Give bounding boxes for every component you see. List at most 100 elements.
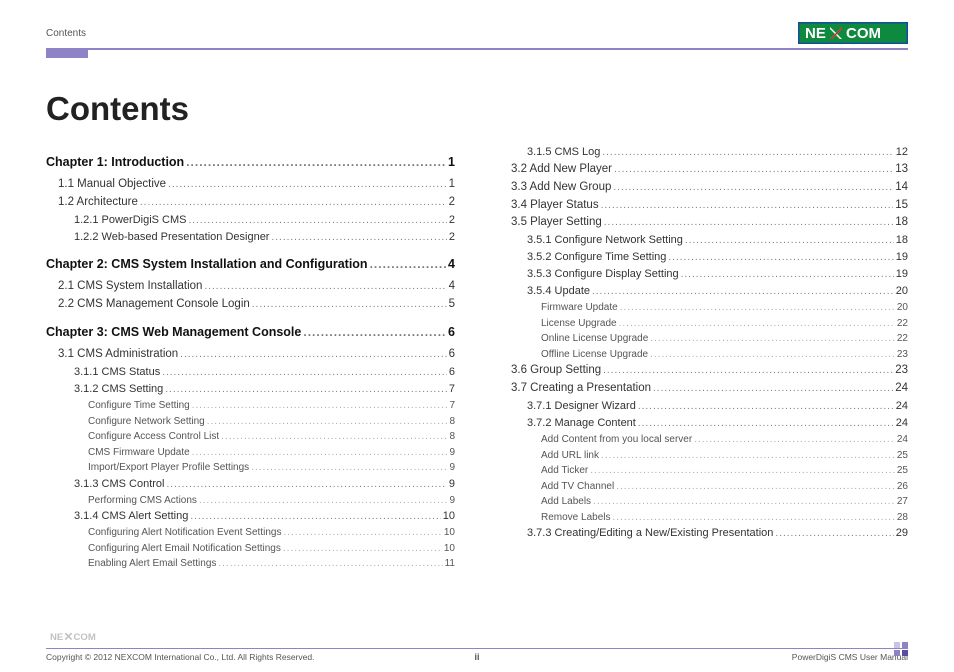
- toc-entry[interactable]: 3.4 Player Status15: [499, 197, 908, 215]
- toc-entry[interactable]: 3.2 Add New Player13: [499, 161, 908, 179]
- toc-entry-page: 23: [895, 362, 908, 380]
- toc-dot-leader: [668, 249, 893, 266]
- toc-entry[interactable]: 3.5.3 Configure Display Setting19: [499, 266, 908, 283]
- toc-entry[interactable]: 3.1.3 CMS Control9: [46, 476, 455, 493]
- toc-entry-label: 3.5.1 Configure Network Setting: [527, 232, 683, 249]
- toc-entry[interactable]: Import/Export Player Profile Settings9: [46, 460, 455, 476]
- toc-entry[interactable]: 3.7 Creating a Presentation24: [499, 380, 908, 398]
- toc-dot-leader: [166, 476, 446, 493]
- toc-entry-page: 14: [895, 179, 908, 197]
- toc-dot-leader: [207, 414, 448, 430]
- svg-text:COM: COM: [846, 25, 881, 42]
- toc-entry-page: 4: [449, 278, 455, 296]
- toc-entry-label: 1.2 Architecture: [58, 194, 138, 212]
- toc-entry[interactable]: 1.1 Manual Objective1: [46, 176, 455, 194]
- toc-entry[interactable]: Add Content from you local server24: [499, 432, 908, 448]
- toc-dot-leader: [165, 381, 447, 398]
- toc-entry[interactable]: 3.5.1 Configure Network Setting 18: [499, 232, 908, 249]
- toc-entry-label: 1.2.1 PowerDigiS CMS: [74, 212, 187, 229]
- toc-dot-leader: [616, 479, 895, 495]
- toc-entry-label: 3.1.2 CMS Setting: [74, 381, 163, 398]
- toc-entry[interactable]: Configure Time Setting7: [46, 398, 455, 414]
- toc-dot-leader: [283, 541, 442, 557]
- toc-entry-label: Offline License Upgrade: [541, 347, 648, 363]
- toc-dot-leader: [140, 194, 447, 212]
- toc-entry[interactable]: 3.7.2 Manage Content24: [499, 415, 908, 432]
- toc-entry[interactable]: 1.2.1 PowerDigiS CMS2: [46, 212, 455, 229]
- footer-logo: NE COM: [46, 630, 908, 646]
- toc-entry-label: Chapter 2: CMS System Installation and C…: [46, 255, 368, 274]
- toc-entry[interactable]: 3.1.1 CMS Status6: [46, 364, 455, 381]
- toc-entry-label: CMS Firmware Update: [88, 445, 190, 461]
- toc-entry[interactable]: 3.5 Player Setting18: [499, 214, 908, 232]
- toc-entry-page: 10: [444, 541, 455, 557]
- toc-entry-page: 6: [448, 323, 455, 342]
- toc-entry[interactable]: 3.7.3 Creating/Editing a New/Existing Pr…: [499, 525, 908, 542]
- toc-entry[interactable]: CMS Firmware Update 9: [46, 445, 455, 461]
- toc-entry[interactable]: 3.5.4 Update20: [499, 283, 908, 300]
- toc-dot-leader: [186, 153, 446, 172]
- toc-entry-label: 1.2.2 Web-based Presentation Designer: [74, 229, 269, 246]
- toc-dot-leader: [192, 445, 448, 461]
- toc-entry-page: 24: [896, 415, 908, 432]
- toc-entry[interactable]: Add Labels27: [499, 494, 908, 510]
- toc-entry[interactable]: 2.2 CMS Management Console Login5: [46, 296, 455, 314]
- toc-entry[interactable]: 3.1 CMS Administration6: [46, 346, 455, 364]
- header-rule: [46, 48, 908, 50]
- toc-entry-page: 9: [449, 445, 455, 461]
- toc-entry-label: Configuring Alert Notification Event Set…: [88, 525, 281, 541]
- toc-dot-leader: [775, 525, 893, 542]
- toc-entry-page: 24: [895, 380, 908, 398]
- toc-entry[interactable]: 3.5.2 Configure Time Setting19: [499, 249, 908, 266]
- toc-entry[interactable]: Add TV Channel26: [499, 479, 908, 495]
- toc-entry[interactable]: Offline License Upgrade23: [499, 347, 908, 363]
- toc-entry[interactable]: 3.1.5 CMS Log12: [499, 144, 908, 161]
- toc-entry[interactable]: 3.3 Add New Group14: [499, 179, 908, 197]
- toc-dot-leader: [199, 493, 448, 509]
- toc-dot-leader: [303, 323, 446, 342]
- toc-entry[interactable]: Firmware Update20: [499, 300, 908, 316]
- toc-dot-leader: [190, 508, 440, 525]
- toc-entry-page: 13: [895, 161, 908, 179]
- toc-entry[interactable]: Configure Access Control List8: [46, 429, 455, 445]
- toc-entry[interactable]: 3.7.1 Designer Wizard24: [499, 398, 908, 415]
- toc-entry[interactable]: Chapter 1: Introduction1: [46, 153, 455, 172]
- toc-entry[interactable]: Chapter 3: CMS Web Management Console6: [46, 323, 455, 342]
- toc-entry-page: 22: [897, 316, 908, 332]
- toc-entry-label: 3.7.1 Designer Wizard: [527, 398, 636, 415]
- toc-entry[interactable]: 3.6 Group Setting 23: [499, 362, 908, 380]
- toc-entry-page: 18: [896, 232, 908, 249]
- toc-entry[interactable]: Configure Network Setting8: [46, 414, 455, 430]
- toc-dot-leader: [192, 398, 448, 414]
- toc-entry[interactable]: Performing CMS Actions9: [46, 493, 455, 509]
- toc-entry[interactable]: 3.1.2 CMS Setting7: [46, 381, 455, 398]
- toc-entry[interactable]: Configuring Alert Notification Event Set…: [46, 525, 455, 541]
- toc-entry-page: 12: [896, 144, 908, 161]
- toc-entry-page: 24: [897, 432, 908, 448]
- toc-entry[interactable]: 2.1 CMS System Installation4: [46, 278, 455, 296]
- toc-entry-page: 8: [449, 429, 455, 445]
- toc-entry[interactable]: Enabling Alert Email Settings11: [46, 556, 455, 572]
- toc-entry[interactable]: 1.2 Architecture2: [46, 194, 455, 212]
- toc-dot-leader: [604, 214, 893, 232]
- page-header: Contents NE COM: [46, 20, 908, 46]
- toc-entry[interactable]: Online License Upgrade22: [499, 331, 908, 347]
- toc-entry[interactable]: Remove Labels28: [499, 510, 908, 526]
- page-footer: NE COM Copyright © 2012 NEXCOM Internati…: [46, 630, 908, 663]
- svg-text:NE: NE: [805, 25, 826, 42]
- toc-entry-page: 28: [897, 510, 908, 526]
- toc-dot-leader: [620, 300, 895, 316]
- toc-entry[interactable]: Chapter 2: CMS System Installation and C…: [46, 255, 455, 274]
- toc-entry[interactable]: License Upgrade22: [499, 316, 908, 332]
- toc-entry-label: 3.1.1 CMS Status: [74, 364, 160, 381]
- toc-entry[interactable]: 3.1.4 CMS Alert Setting10: [46, 508, 455, 525]
- toc-entry[interactable]: Add Ticker25: [499, 463, 908, 479]
- toc-entry-label: Online License Upgrade: [541, 331, 648, 347]
- toc-entry-label: Add Ticker: [541, 463, 588, 479]
- toc-entry-page: 2: [449, 229, 455, 246]
- toc-entry[interactable]: Configuring Alert Email Notification Set…: [46, 541, 455, 557]
- toc-entry-page: 1: [448, 153, 455, 172]
- toc-entry[interactable]: Add URL link25: [499, 448, 908, 464]
- toc-entry[interactable]: 1.2.2 Web-based Presentation Designer 2: [46, 229, 455, 246]
- toc-entry-label: 3.6 Group Setting: [511, 362, 601, 380]
